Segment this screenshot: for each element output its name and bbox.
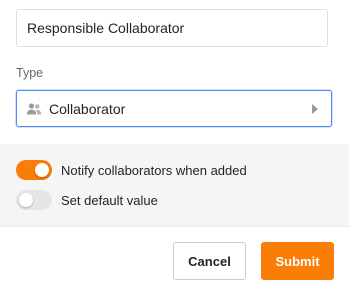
column-name-input[interactable]: [16, 9, 328, 47]
people-icon: [26, 101, 42, 117]
options-section: Notify collaborators when added Set defa…: [0, 144, 349, 226]
notify-toggle-row[interactable]: Notify collaborators when added: [16, 160, 247, 180]
type-value: Collaborator: [49, 100, 126, 117]
notify-label: Notify collaborators when added: [61, 162, 247, 178]
column-settings-dialog: Type Collaborator Notify collaborators w…: [0, 0, 349, 297]
footer-divider: [0, 226, 349, 227]
caret-right-icon: [311, 103, 321, 115]
default-value-label: Set default value: [61, 192, 158, 208]
default-value-toggle[interactable]: [16, 190, 52, 210]
notify-toggle[interactable]: [16, 160, 52, 180]
type-label: Type: [16, 66, 44, 80]
toggle-knob: [35, 163, 49, 177]
submit-button[interactable]: Submit: [261, 242, 334, 280]
type-select[interactable]: Collaborator: [16, 90, 332, 127]
default-value-toggle-row[interactable]: Set default value: [16, 190, 158, 210]
toggle-knob: [19, 193, 33, 207]
cancel-button[interactable]: Cancel: [173, 242, 246, 280]
